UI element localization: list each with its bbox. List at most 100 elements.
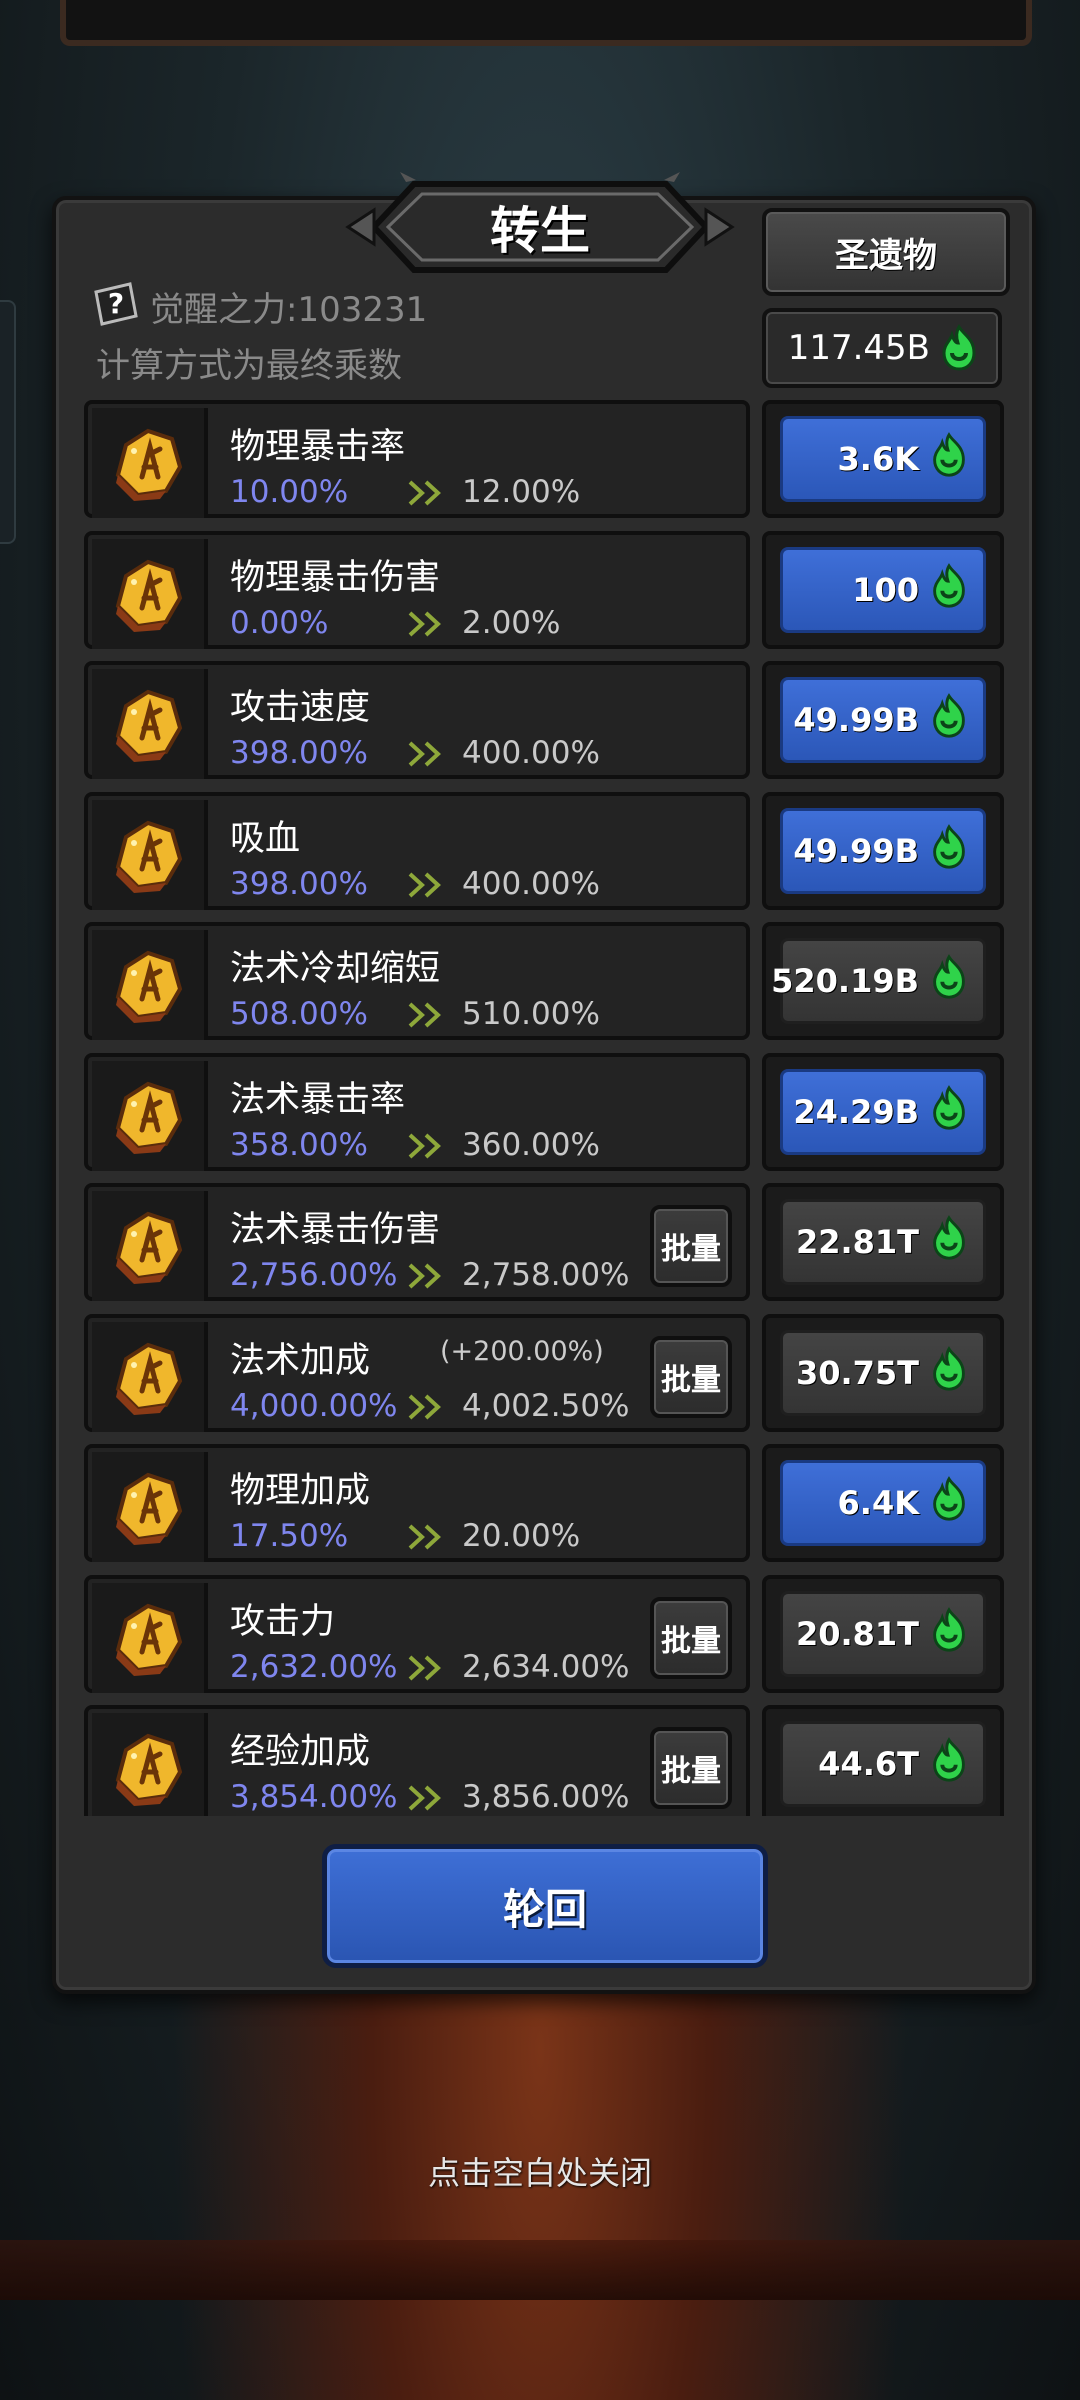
stat-current-value: 4,000.00% <box>230 1387 398 1424</box>
rebirth-button[interactable]: 轮回 <box>322 1844 768 1968</box>
gold-rune-stone-icon <box>92 1582 208 1693</box>
green-soul-flame-icon <box>925 1345 973 1401</box>
stat-row: 法术加成 (+200.00%) 4,000.00% 4,002.50% 批量 30.75T <box>84 1313 1004 1432</box>
upgrade-cost-frame: 22.81T <box>762 1183 1004 1301</box>
stat-current-value: 2,756.00% <box>230 1257 398 1293</box>
upgrade-cost-frame: 6.4K <box>762 1444 1004 1562</box>
batch-upgrade-button[interactable]: 批量 <box>650 1205 732 1287</box>
upgrade-cost-button[interactable]: 24.29B <box>780 1068 986 1155</box>
upgrade-cost-frame: 3.6K <box>762 400 1004 518</box>
upgrade-cost-frame: 520.19B <box>762 922 1004 1040</box>
stat-name: 经验加成 <box>230 1732 371 1772</box>
gold-rune-stone-icon <box>92 930 208 1040</box>
page-title: 转生 <box>490 202 590 260</box>
upgrade-cost-button[interactable]: 44.6T <box>780 1721 986 1807</box>
double-chevron-right-icon <box>406 1261 446 1291</box>
green-soul-flame-icon <box>925 692 973 748</box>
double-chevron-right-icon <box>406 870 446 900</box>
floor-decoration <box>0 2240 1080 2300</box>
stat-next-value: 2,758.00% <box>462 1257 630 1293</box>
stat-current-value: 0.00% <box>230 604 329 641</box>
upgrade-cost-value: 520.19B <box>771 962 919 1000</box>
close-hint: 点击空白处关闭 <box>427 2154 652 2192</box>
upgrade-cost-frame: 24.29B <box>762 1052 1004 1171</box>
awaken-power-text: 觉醒之力:103231 <box>150 290 428 330</box>
stat-row: 攻击力 2,632.00% 2,634.00% 批量 20.81T <box>84 1574 1004 1693</box>
stat-next-value: 360.00% <box>462 1126 600 1163</box>
stat-name: 攻击速度 <box>230 688 371 728</box>
upgrade-cost-button[interactable]: 30.75T <box>780 1329 986 1416</box>
stat-next-value: 12.00% <box>462 474 581 510</box>
double-chevron-right-icon <box>406 1131 446 1161</box>
green-soul-flame-icon <box>925 1606 973 1662</box>
gold-rune-stone-icon <box>92 1191 208 1301</box>
double-chevron-right-icon <box>406 739 446 769</box>
upgrade-cost-value: 44.6T <box>818 1745 919 1783</box>
stat-info-panel: 攻击力 2,632.00% 2,634.00% 批量 <box>84 1574 750 1693</box>
stat-info-panel: 物理暴击伤害 0.00% 2.00% <box>84 530 750 649</box>
stat-name: 物理暴击伤害 <box>230 557 441 598</box>
relic-button[interactable]: 圣遗物 <box>762 208 1010 296</box>
calculation-note: 计算方式为最终乘数 <box>96 346 402 386</box>
upgrade-cost-value: 30.75T <box>795 1353 919 1392</box>
upgrade-cost-frame: 20.81T <box>762 1574 1004 1693</box>
upgrade-cost-frame: 30.75T <box>762 1313 1004 1432</box>
stat-current-value: 358.00% <box>230 1126 368 1163</box>
currency-amount: 117.45B <box>787 328 930 368</box>
gold-rune-stone-icon <box>92 669 208 779</box>
upgrade-cost-button[interactable]: 520.19B <box>771 938 986 1024</box>
double-chevron-right-icon <box>406 478 446 508</box>
stat-next-value: 20.00% <box>462 1518 581 1554</box>
stat-upgrade-list[interactable]: 物理暴击率 10.00% 12.00% 3.6K 物理暴击伤害 0.00% 2.00% 100… <box>84 400 1004 1816</box>
upgrade-cost-frame: 49.99B <box>762 661 1004 779</box>
stat-next-value: 400.00% <box>462 735 600 771</box>
stat-info-panel: 法术暴击伤害 2,756.00% 2,758.00% 批量 <box>84 1183 750 1301</box>
stat-next-value: 3,856.00% <box>462 1779 630 1815</box>
upgrade-cost-value: 3.6K <box>837 440 919 478</box>
gold-rune-stone-icon <box>92 1321 208 1432</box>
stat-current-value: 508.00% <box>230 996 368 1032</box>
upgrade-cost-button[interactable]: 20.81T <box>780 1590 986 1677</box>
stat-name: 法术暴击伤害 <box>230 1210 441 1250</box>
upgrade-cost-button[interactable]: 22.81T <box>780 1199 986 1285</box>
batch-upgrade-button[interactable]: 批量 <box>650 1596 732 1679</box>
upgrade-cost-value: 6.4K <box>837 1484 919 1522</box>
batch-upgrade-button[interactable]: 批量 <box>650 1335 732 1418</box>
stat-name: 物理加成 <box>230 1471 371 1511</box>
double-chevron-right-icon <box>406 1522 446 1552</box>
top-window-frame <box>60 0 1032 46</box>
stat-name: 法术暴击率 <box>230 1079 406 1120</box>
upgrade-cost-button[interactable]: 49.99B <box>780 677 986 763</box>
upgrade-cost-frame: 100 <box>762 530 1004 649</box>
stat-row: 吸血 398.00% 400.00% 49.99B <box>84 791 1004 910</box>
side-drawer-tab[interactable] <box>0 300 16 544</box>
double-chevron-right-icon <box>406 1392 446 1422</box>
upgrade-cost-button[interactable]: 3.6K <box>780 416 986 502</box>
green-soul-flame-icon <box>925 1475 973 1531</box>
green-soul-flame-icon <box>925 1736 973 1792</box>
upgrade-cost-value: 49.99B <box>793 701 919 739</box>
gold-rune-stone-icon <box>92 1060 208 1171</box>
question-mark-icon[interactable]: ? <box>90 278 140 328</box>
stat-info-panel: 法术加成 (+200.00%) 4,000.00% 4,002.50% 批量 <box>84 1313 750 1432</box>
upgrade-cost-value: 20.81T <box>795 1614 919 1653</box>
stat-name: 吸血 <box>230 818 301 859</box>
green-soul-flame-icon <box>925 562 973 618</box>
stat-info-panel: 吸血 398.00% 400.00% <box>84 791 750 910</box>
upgrade-cost-button[interactable]: 49.99B <box>780 807 986 894</box>
green-soul-flame-icon <box>925 431 973 487</box>
upgrade-cost-button[interactable]: 100 <box>780 546 986 633</box>
title-plaque: 转生 <box>344 172 736 282</box>
batch-upgrade-button[interactable]: 批量 <box>650 1727 732 1809</box>
stat-row: 物理加成 17.50% 20.00% 6.4K <box>84 1444 1004 1562</box>
upgrade-cost-button[interactable]: 6.4K <box>780 1460 986 1546</box>
stat-info-panel: 物理加成 17.50% 20.00% <box>84 1444 750 1562</box>
green-soul-flame-icon <box>925 953 973 1009</box>
double-chevron-right-icon <box>406 1000 446 1030</box>
stat-next-value: 400.00% <box>462 865 600 902</box>
green-soul-flame-icon <box>925 1214 973 1270</box>
gold-rune-stone-icon <box>92 408 208 518</box>
upgrade-cost-frame: 44.6T <box>762 1705 1004 1816</box>
upgrade-cost-value: 100 <box>852 570 919 609</box>
gold-rune-stone-icon <box>92 538 208 649</box>
